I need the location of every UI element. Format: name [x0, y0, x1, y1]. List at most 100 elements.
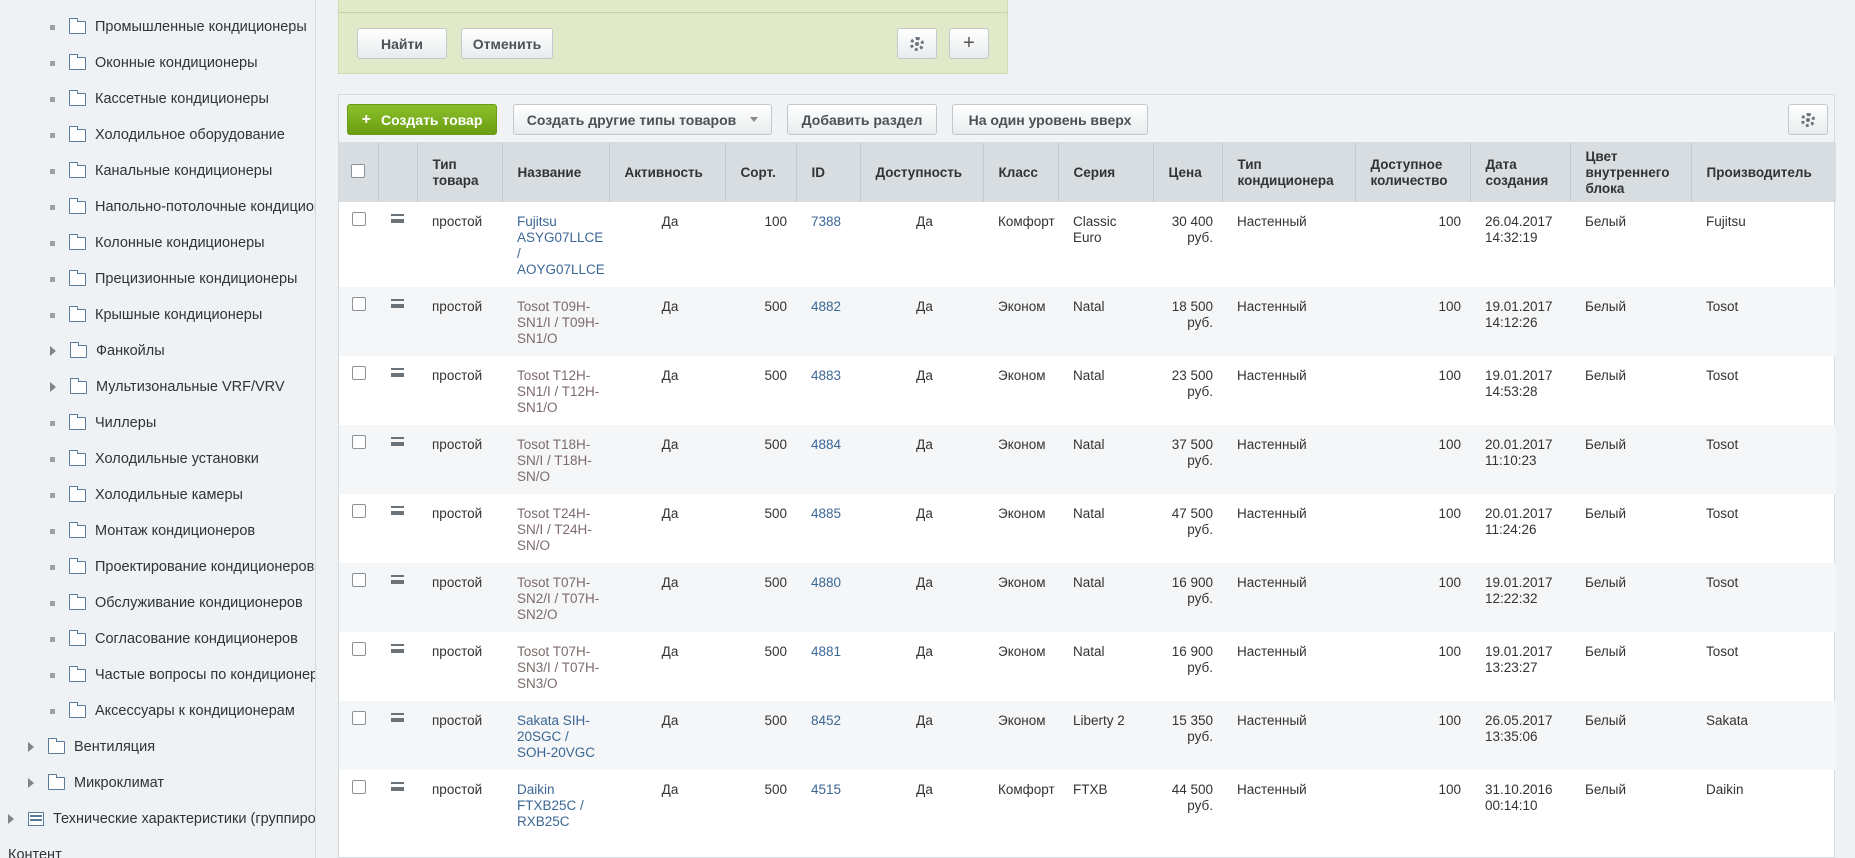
sidebar-item[interactable]: Чиллеры: [50, 405, 156, 441]
cell-name-value[interactable]: Fujitsu ASYG07LLCE / AOYG07LLCE: [517, 214, 605, 277]
row-checkbox[interactable]: [351, 366, 366, 380]
cell-qty: 100: [1355, 770, 1470, 839]
sidebar-item[interactable]: Микроклимат: [28, 765, 164, 801]
list-settings-button[interactable]: [1788, 104, 1828, 135]
sidebar-item[interactable]: Прецизионные кондиционеры: [50, 261, 297, 297]
column-header-qty[interactable]: Доступное количество: [1355, 143, 1471, 202]
sidebar-item[interactable]: Канальные кондиционеры: [50, 153, 272, 189]
row-menu-icon[interactable]: [391, 575, 404, 584]
cell-name-value[interactable]: Sakata SIH-20SGC / SOH-20VGC: [517, 713, 595, 760]
row-checkbox[interactable]: [351, 711, 366, 725]
sidebar-item[interactable]: Крышные кондиционеры: [50, 297, 262, 333]
column-header-series[interactable]: Серия: [1058, 143, 1154, 202]
column-header-created[interactable]: Дата создания: [1470, 143, 1571, 202]
column-header-availability[interactable]: Доступность: [860, 143, 984, 202]
cell-id-value[interactable]: 4884: [811, 437, 841, 452]
row-menu-icon[interactable]: [391, 368, 404, 377]
expand-arrow-icon[interactable]: [8, 814, 14, 824]
sidebar-item[interactable]: Мультизональные VRF/VRV: [50, 369, 285, 405]
table-row[interactable]: простой Sakata SIH-20SGC / SOH-20VGC Да 500…: [339, 701, 1836, 770]
table-row[interactable]: простой Tosot T07H-SN3/I / T07H-SN3/O Да 50…: [339, 632, 1836, 701]
table-row[interactable]: простой Daikin FTXB25C / RXB25C Да 500 4515 Д…: [339, 770, 1836, 839]
row-checkbox[interactable]: [351, 642, 366, 656]
row-menu-icon[interactable]: [391, 782, 404, 791]
cell-color: Белый: [1570, 701, 1691, 770]
sidebar-item[interactable]: Контент: [8, 837, 62, 858]
sidebar-item[interactable]: Холодильные камеры: [50, 477, 243, 513]
sidebar-item[interactable]: Частые вопросы по кондиционерам: [50, 657, 315, 693]
find-button[interactable]: Найти: [357, 28, 447, 59]
cell-id-value[interactable]: 4882: [811, 299, 841, 314]
cell-id-value[interactable]: 4885: [811, 506, 841, 521]
row-menu-icon[interactable]: [391, 299, 404, 308]
cell-name-value[interactable]: Tosot T07H-SN3/I / T07H-SN3/O: [517, 644, 599, 691]
cell-name-value[interactable]: Tosot T07H-SN2/I / T07H-SN2/O: [517, 575, 599, 622]
column-header-name[interactable]: Название: [502, 143, 610, 202]
level-up-button[interactable]: На один уровень вверх: [952, 104, 1148, 135]
row-menu-icon[interactable]: [391, 214, 404, 223]
sidebar-item[interactable]: Напольно-потолочные кондиционеры: [50, 189, 315, 225]
cancel-button[interactable]: Отменить: [461, 28, 553, 59]
select-all-checkbox[interactable]: [351, 163, 366, 178]
column-header-ac-type[interactable]: Тип кондиционера: [1222, 143, 1356, 202]
sidebar-item[interactable]: Холодильное оборудование: [50, 117, 285, 153]
row-checkbox[interactable]: [351, 212, 366, 226]
column-header-type[interactable]: Тип товара: [417, 143, 503, 202]
column-header-id[interactable]: ID: [796, 143, 861, 202]
row-checkbox[interactable]: [351, 297, 366, 311]
row-checkbox[interactable]: [351, 780, 366, 794]
row-checkbox[interactable]: [351, 573, 366, 587]
cell-name-value[interactable]: Tosot T12H-SN1/I / T12H-SN1/O: [517, 368, 599, 415]
table-row[interactable]: простой Tosot T24H-SN/I / T24H-SN/O Да 500 4…: [339, 494, 1836, 563]
filter-settings-button[interactable]: [897, 28, 937, 59]
cell-id-value[interactable]: 4880: [811, 575, 841, 590]
cell-name-value[interactable]: Tosot T24H-SN/I / T24H-SN/O: [517, 506, 592, 553]
column-header-color[interactable]: Цвет внутреннего блока: [1570, 143, 1692, 202]
cell-id-value[interactable]: 4515: [811, 782, 841, 797]
column-header-class[interactable]: Класс: [983, 143, 1059, 202]
expand-arrow-icon[interactable]: [28, 778, 34, 788]
table-row[interactable]: простой Fujitsu ASYG07LLCE / AOYG07LLCE Да…: [339, 202, 1836, 287]
table-row[interactable]: простой Tosot T09H-SN1/I / T09H-SN1/O Да 50…: [339, 287, 1836, 356]
sidebar-item[interactable]: Обслуживание кондиционеров: [50, 585, 303, 621]
sidebar-item[interactable]: Проектирование кондиционеров: [50, 549, 314, 585]
cell-name-value[interactable]: Daikin FTXB25C / RXB25C: [517, 782, 584, 829]
table-row[interactable]: простой Tosot T07H-SN2/I / T07H-SN2/O Да 50…: [339, 563, 1836, 632]
sidebar-item[interactable]: Монтаж кондиционеров: [50, 513, 255, 549]
sidebar-item[interactable]: Технические характеристики (группировка): [8, 801, 315, 837]
expand-arrow-icon[interactable]: [50, 382, 56, 392]
table-row[interactable]: простой Tosot T12H-SN1/I / T12H-SN1/O Да 50…: [339, 356, 1836, 425]
expand-arrow-icon[interactable]: [50, 346, 56, 356]
cell-id-value[interactable]: 7388: [811, 214, 841, 229]
cell-name-value[interactable]: Tosot T18H-SN/I / T18H-SN/O: [517, 437, 592, 484]
sidebar-item[interactable]: Аксессуары к кондиционерам: [50, 693, 295, 729]
filter-add-button[interactable]: +: [949, 28, 989, 59]
column-header-active[interactable]: Активность: [609, 143, 726, 202]
create-product-button[interactable]: + Создать товар: [347, 104, 497, 135]
row-menu-icon[interactable]: [391, 713, 404, 722]
sidebar-item[interactable]: Оконные кондиционеры: [50, 45, 258, 81]
row-checkbox[interactable]: [351, 504, 366, 518]
sidebar-item[interactable]: Колонные кондиционеры: [50, 225, 265, 261]
table-row[interactable]: простой Tosot T18H-SN/I / T18H-SN/O Да 500 4…: [339, 425, 1836, 494]
sidebar-item[interactable]: Согласование кондиционеров: [50, 621, 298, 657]
cell-id-value[interactable]: 8452: [811, 713, 841, 728]
cell-id-value[interactable]: 4883: [811, 368, 841, 383]
sidebar-item[interactable]: Холодильные установки: [50, 441, 259, 477]
column-header-sort[interactable]: Сорт.: [725, 143, 797, 202]
cell-name-value[interactable]: Tosot T09H-SN1/I / T09H-SN1/O: [517, 299, 599, 346]
create-other-types-button[interactable]: Создать другие типы товаров: [513, 104, 772, 135]
sidebar-item[interactable]: Вентиляция: [28, 729, 155, 765]
sidebar-item[interactable]: Промышленные кондиционеры: [50, 9, 307, 45]
row-checkbox[interactable]: [351, 435, 366, 449]
sidebar-item[interactable]: Кассетные кондиционеры: [50, 81, 269, 117]
expand-arrow-icon[interactable]: [28, 742, 34, 752]
column-header-maker[interactable]: Производитель: [1691, 143, 1836, 202]
row-menu-icon[interactable]: [391, 506, 404, 515]
row-menu-icon[interactable]: [391, 644, 404, 653]
row-menu-icon[interactable]: [391, 437, 404, 446]
column-header-price[interactable]: Цена: [1153, 143, 1223, 202]
sidebar-item[interactable]: Фанкойлы: [50, 333, 165, 369]
cell-id-value[interactable]: 4881: [811, 644, 841, 659]
add-section-button[interactable]: Добавить раздел: [787, 104, 937, 135]
